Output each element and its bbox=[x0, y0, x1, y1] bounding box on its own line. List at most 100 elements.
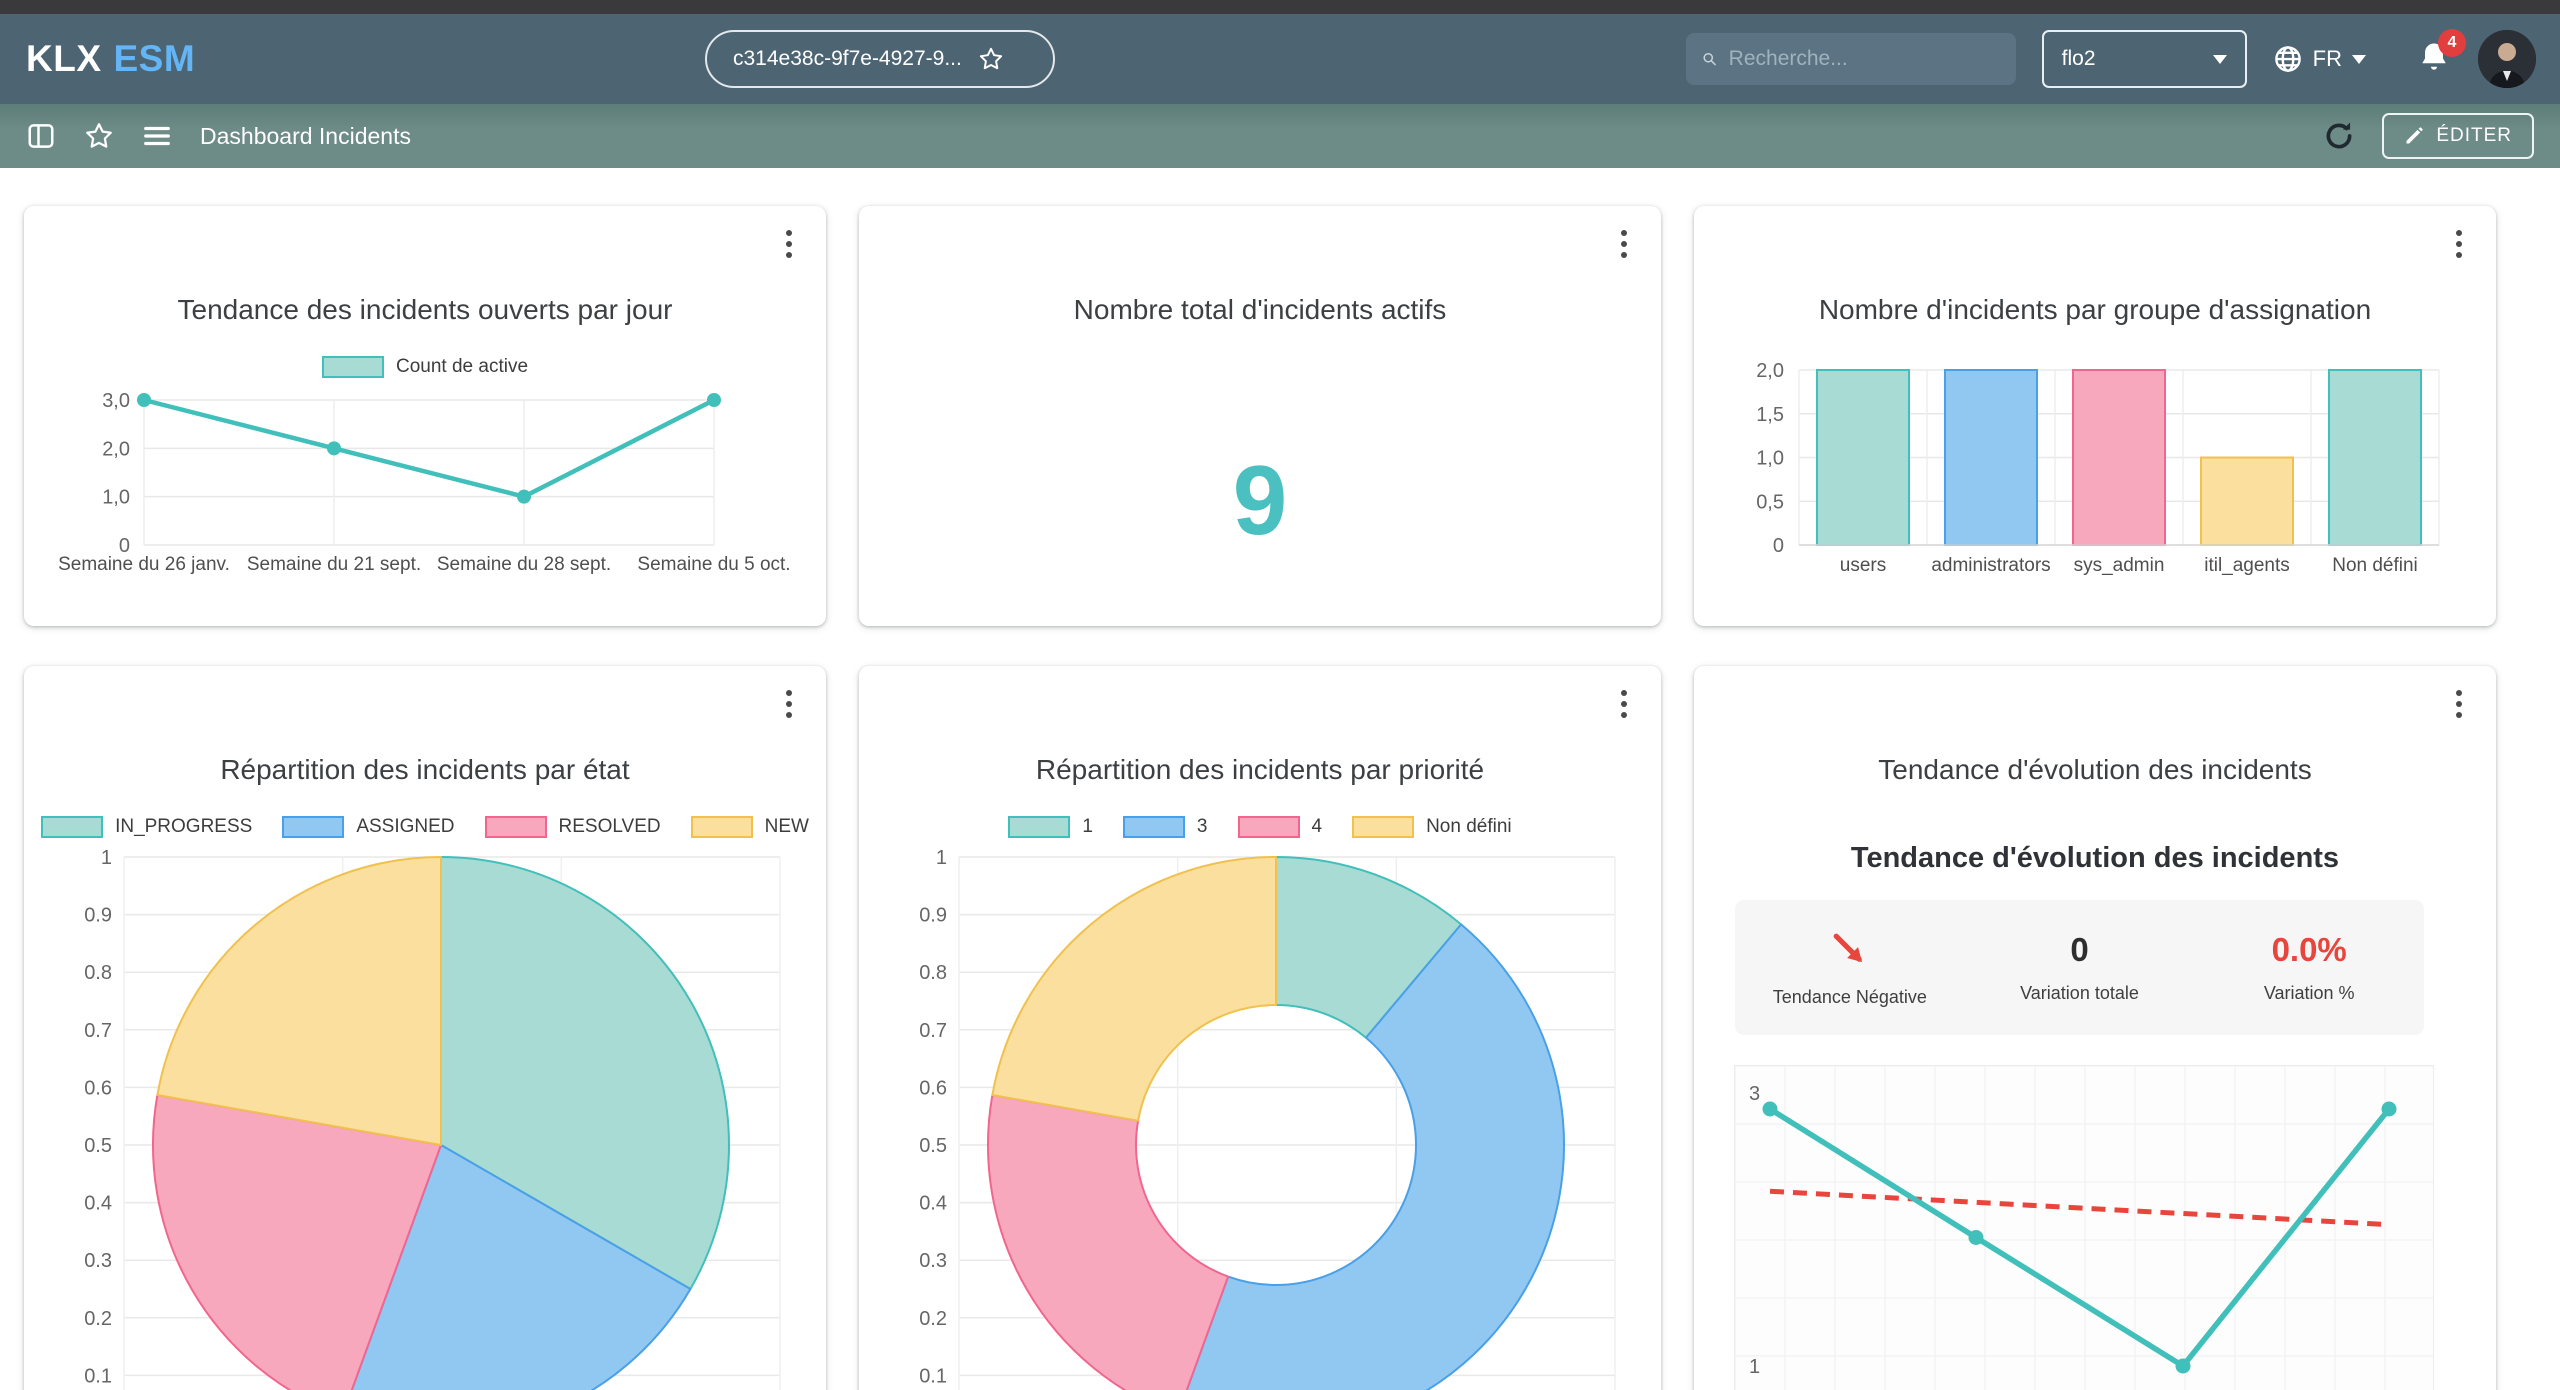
svg-text:Semaine du 5 oct.: Semaine du 5 oct. bbox=[637, 554, 790, 575]
svg-text:0,5: 0,5 bbox=[1756, 491, 1784, 513]
legend-item[interactable]: IN_PROGRESS bbox=[41, 816, 252, 838]
legend-item[interactable]: ASSIGNED bbox=[282, 816, 454, 838]
dashboard-menu-button[interactable] bbox=[142, 121, 172, 151]
refresh-icon bbox=[2322, 119, 2356, 153]
svg-text:0.5: 0.5 bbox=[919, 1135, 947, 1157]
card-menu-button[interactable] bbox=[1607, 684, 1641, 724]
svg-text:Semaine du 26 janv.: Semaine du 26 janv. bbox=[58, 554, 230, 575]
svg-text:1,0: 1,0 bbox=[102, 487, 130, 509]
svg-text:0.6: 0.6 bbox=[919, 1077, 947, 1099]
card-menu-button[interactable] bbox=[772, 684, 806, 724]
legend-label: NEW bbox=[765, 816, 809, 838]
logo-klx: KLX bbox=[26, 38, 102, 80]
evolution-heading: Tendance d'évolution des incidents bbox=[1694, 842, 2496, 875]
pie-chart-svg: 10.90.80.70.60.50.40.30.20.1 bbox=[24, 846, 824, 1390]
split-pane-icon bbox=[26, 121, 56, 151]
svg-text:0.2: 0.2 bbox=[919, 1308, 947, 1330]
legend-item[interactable]: 3 bbox=[1123, 816, 1208, 838]
evolution-stats-panel: Tendance Négative 0 Variation totale 0.0… bbox=[1735, 900, 2424, 1035]
user-select[interactable]: flo2 bbox=[2042, 30, 2247, 88]
toolbar-actions: ÉDITER bbox=[2322, 113, 2534, 159]
svg-text:0.9: 0.9 bbox=[84, 905, 112, 927]
legend-label: ASSIGNED bbox=[356, 816, 454, 838]
svg-text:0.8: 0.8 bbox=[919, 962, 947, 984]
chevron-down-icon bbox=[2352, 55, 2366, 64]
card-open-incidents-trend: Tendance des incidents ouverts par jour … bbox=[24, 206, 826, 626]
legend-swatch bbox=[1008, 816, 1070, 838]
stat-value: 0.0% bbox=[2272, 931, 2347, 969]
legend-item[interactable]: 1 bbox=[1008, 816, 1093, 838]
card-menu-button[interactable] bbox=[2442, 224, 2476, 264]
card-title: Répartition des incidents par priorité bbox=[879, 754, 1641, 786]
legend-swatch bbox=[41, 816, 103, 838]
trend-down-arrow-icon bbox=[1827, 927, 1873, 973]
user-avatar[interactable] bbox=[2478, 30, 2536, 88]
legend-swatch bbox=[322, 356, 384, 378]
svg-text:0: 0 bbox=[1773, 535, 1784, 557]
legend-item[interactable]: Count de active bbox=[322, 356, 528, 378]
notifications-button[interactable]: 4 bbox=[2416, 39, 2452, 80]
legend-item[interactable]: NEW bbox=[691, 816, 809, 838]
card-menu-button[interactable] bbox=[772, 224, 806, 264]
app-logo[interactable]: KLX ESM bbox=[0, 38, 195, 80]
svg-text:3: 3 bbox=[1749, 1083, 1760, 1105]
legend-label: 3 bbox=[1197, 816, 1208, 838]
legend-item[interactable]: 4 bbox=[1238, 816, 1323, 838]
card-title: Tendance des incidents ouverts par jour bbox=[44, 294, 806, 326]
legend-label: Non défini bbox=[1426, 816, 1512, 838]
hamburger-icon bbox=[142, 121, 172, 151]
svg-text:2,0: 2,0 bbox=[1756, 360, 1784, 382]
legend-swatch bbox=[1352, 816, 1414, 838]
favorite-dashboard-button[interactable] bbox=[84, 121, 114, 151]
logo-esm: ESM bbox=[114, 38, 196, 80]
dashboard-id-pill[interactable]: c314e38c-9f7e-4927-9... bbox=[705, 30, 1055, 88]
dashboard-id-text: c314e38c-9f7e-4927-9... bbox=[733, 47, 962, 71]
stat-label: Tendance Négative bbox=[1773, 987, 1927, 1008]
language-selector[interactable]: FR bbox=[2273, 44, 2366, 74]
svg-text:0.1: 0.1 bbox=[919, 1365, 947, 1387]
total-active-value: 9 bbox=[859, 444, 1661, 557]
search-box[interactable] bbox=[1686, 33, 2016, 85]
donut-chart-svg: 10.90.80.70.60.50.40.30.20.1 bbox=[859, 846, 1659, 1390]
stat-label: Variation totale bbox=[2020, 983, 2139, 1004]
svg-text:1,5: 1,5 bbox=[1756, 404, 1784, 426]
card-incidents-by-group: Nombre d'incidents par groupe d'assignat… bbox=[1694, 206, 2496, 626]
search-input[interactable] bbox=[1729, 47, 2000, 71]
chart-legend: 1 3 4 Non défini bbox=[859, 816, 1661, 838]
edit-button-label: ÉDITER bbox=[2436, 125, 2512, 147]
evolution-chart-box: 31Semaine du 26 janv.Semaine du 5 oct. bbox=[1734, 1065, 2434, 1390]
globe-icon bbox=[2273, 44, 2303, 74]
svg-text:Semaine du 21 sept.: Semaine du 21 sept. bbox=[247, 554, 421, 575]
card-incidents-by-state: Répartition des incidents par état IN_PR… bbox=[24, 666, 826, 1390]
svg-text:0.9: 0.9 bbox=[919, 905, 947, 927]
card-incidents-by-priority: Répartition des incidents par priorité 1… bbox=[859, 666, 1661, 1390]
chart-legend: Count de active bbox=[24, 356, 826, 378]
legend-item[interactable]: RESOLVED bbox=[485, 816, 661, 838]
legend-label: 1 bbox=[1082, 816, 1093, 838]
svg-text:0.6: 0.6 bbox=[84, 1077, 112, 1099]
legend-item[interactable]: Non défini bbox=[1352, 816, 1512, 838]
chevron-down-icon bbox=[2213, 55, 2227, 64]
toggle-sidebar-button[interactable] bbox=[26, 121, 56, 151]
svg-text:0.7: 0.7 bbox=[84, 1020, 112, 1042]
dashboard-grid: Tendance des incidents ouverts par jour … bbox=[0, 168, 2560, 1390]
svg-text:1: 1 bbox=[101, 847, 112, 869]
screen: KLX ESM c314e38c-9f7e-4927-9... flo2 bbox=[0, 0, 2560, 1390]
svg-text:1,0: 1,0 bbox=[1756, 448, 1784, 470]
svg-text:0.2: 0.2 bbox=[84, 1308, 112, 1330]
card-title: Nombre d'incidents par groupe d'assignat… bbox=[1714, 294, 2476, 326]
legend-label: IN_PROGRESS bbox=[115, 816, 252, 838]
card-menu-button[interactable] bbox=[2442, 684, 2476, 724]
svg-text:itil_agents: itil_agents bbox=[2204, 555, 2290, 576]
svg-text:3,0: 3,0 bbox=[102, 390, 130, 412]
favorite-star-icon[interactable] bbox=[978, 46, 1004, 72]
legend-swatch bbox=[691, 816, 753, 838]
edit-dashboard-button[interactable]: ÉDITER bbox=[2382, 113, 2534, 159]
refresh-button[interactable] bbox=[2322, 119, 2356, 153]
card-menu-button[interactable] bbox=[1607, 224, 1641, 264]
chart-legend: IN_PROGRESS ASSIGNED RESOLVED NEW bbox=[24, 816, 826, 838]
svg-text:0.8: 0.8 bbox=[84, 962, 112, 984]
search-icon bbox=[1702, 47, 1717, 71]
dashboard-toolbar: Dashboard Incidents ÉDITER bbox=[0, 104, 2560, 168]
stat-value: 0 bbox=[2070, 931, 2088, 969]
